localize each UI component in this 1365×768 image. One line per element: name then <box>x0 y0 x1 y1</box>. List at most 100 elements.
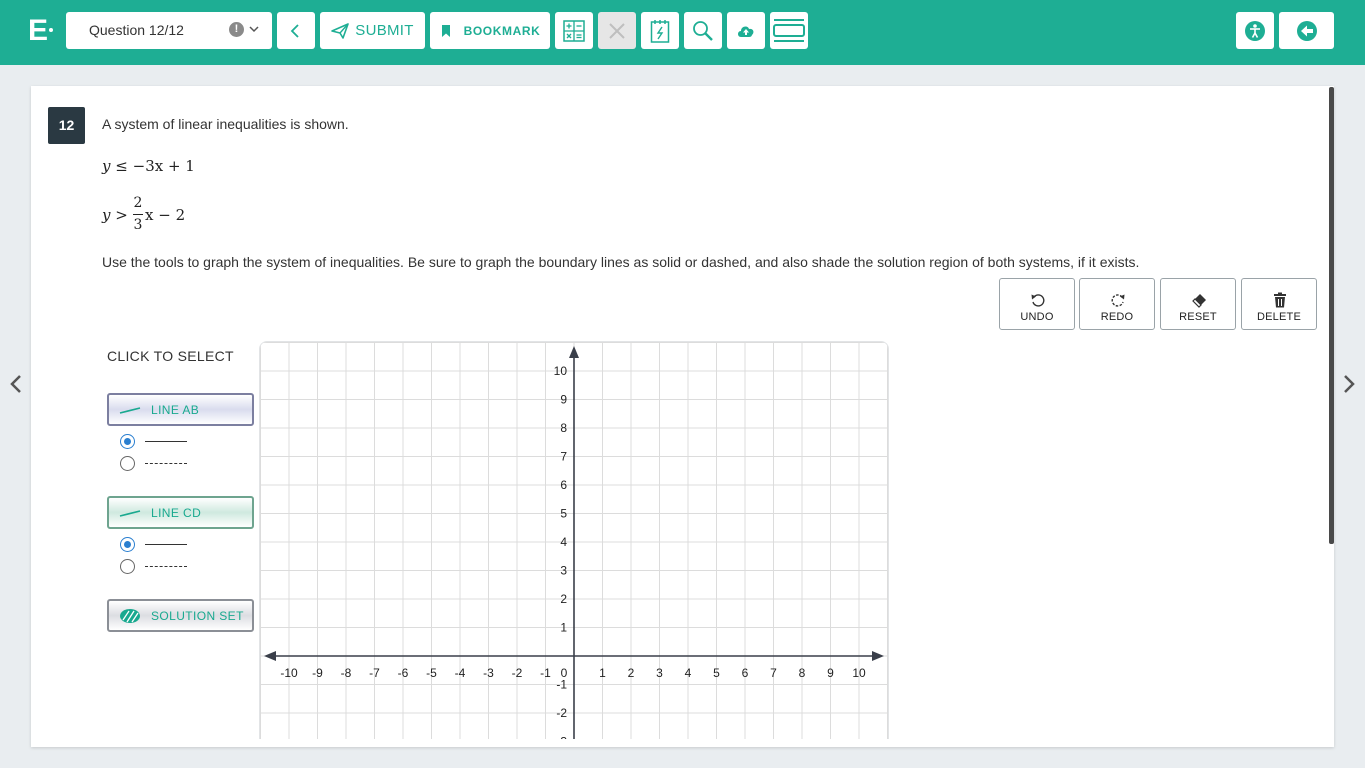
submit-button[interactable]: SUBMIT <box>320 12 425 49</box>
line-ab-label: LINE AB <box>151 402 200 417</box>
y-tick-label: 9 <box>560 393 567 407</box>
delete-button[interactable]: DELETE <box>1241 278 1317 330</box>
redo-label: REDO <box>1100 311 1134 323</box>
scrollbar-thumb[interactable] <box>1329 87 1334 544</box>
x-tick-label: -1 <box>540 666 551 680</box>
x-tick-label: -4 <box>455 666 466 680</box>
x-tick-label: 3 <box>656 666 663 680</box>
magnifier-button[interactable] <box>684 12 722 49</box>
inequality-2-relation: > <box>115 206 128 224</box>
solution-set-label: SOLUTION SET <box>151 608 244 623</box>
x-tick-label: 5 <box>713 666 720 680</box>
alert-icon: ! <box>229 22 244 37</box>
line-ab-tool[interactable]: LINE AB <box>107 393 254 426</box>
y-tick-label: 4 <box>560 535 567 549</box>
x-tick-label: -7 <box>369 666 380 680</box>
notepad-button[interactable] <box>641 12 679 49</box>
coordinate-grid-canvas[interactable]: -10 -9 -8 -7 -6 -5 -4 -3 -2 -1 1 2 3 4 5 6 7 8 9 1001098765… <box>260 342 889 739</box>
reset-button[interactable]: RESET <box>1160 278 1236 330</box>
solid-line-sample <box>145 441 187 442</box>
x-tick-label: -9 <box>312 666 323 680</box>
fraction-numerator: 2 <box>133 195 143 211</box>
x-tick-label: -5 <box>426 666 437 680</box>
redo-icon <box>1111 294 1125 307</box>
reset-label: RESET <box>1179 311 1217 323</box>
inequality-2-lhs: y <box>102 206 111 224</box>
notepad-icon <box>650 19 670 43</box>
save-button[interactable] <box>727 12 765 49</box>
next-question-arrow-icon[interactable] <box>1339 372 1359 396</box>
y-tick-label: 8 <box>560 421 567 435</box>
calculator-button[interactable] <box>555 12 593 49</box>
x-tick-label: 7 <box>770 666 777 680</box>
y-tick-label: -3 <box>556 735 567 740</box>
question-prompt: A system of linear inequalities is shown… <box>102 116 349 132</box>
paper-plane-icon <box>331 22 350 39</box>
bookmark-label: BOOKMARK <box>463 23 541 38</box>
x-tick-label: 10 <box>852 666 866 680</box>
coordinate-grid[interactable]: -10 -9 -8 -7 -6 -5 -4 -3 -2 -1 1 2 3 4 5 6 7 8 9 10 0 10 9 8 7 6 5… <box>259 341 889 739</box>
accessibility-button[interactable] <box>1236 12 1274 49</box>
redo-button[interactable]: REDO <box>1079 278 1155 330</box>
x-tick-label: 8 <box>799 666 806 680</box>
line-reader-button[interactable] <box>770 12 808 49</box>
line-reader-icon <box>773 18 805 42</box>
y-tick-label: -1 <box>556 678 567 692</box>
instructions-text: Use the tools to graph the system of ine… <box>102 254 1140 270</box>
inequality-1-relation: ≤ <box>115 157 128 175</box>
solution-set-tool[interactable]: SOLUTION SET <box>107 599 254 632</box>
x-tick-label: -2 <box>512 666 523 680</box>
solid-line-sample <box>145 544 187 545</box>
exit-button[interactable] <box>1279 12 1334 49</box>
accessibility-icon <box>1245 20 1265 41</box>
eraser-icon <box>1192 294 1206 308</box>
undo-label: UNDO <box>1020 311 1054 323</box>
line-cd-dashed-radio[interactable] <box>120 559 135 574</box>
inequality-2-left: y > <box>102 206 128 224</box>
delete-label: DELETE <box>1257 311 1301 323</box>
inequality-1-rhs: −3x + 1 <box>132 157 195 175</box>
line-icon <box>119 406 141 414</box>
logo-letter: E <box>28 14 49 47</box>
inequality-1: y ≤ −3x + 1 <box>102 157 195 175</box>
line-icon <box>119 509 141 517</box>
question-select[interactable]: Question 12/12 ! <box>66 12 272 49</box>
line-cd-tool[interactable]: LINE CD <box>107 496 254 529</box>
x-tick-label: 1 <box>599 666 606 680</box>
close-tool-button[interactable] <box>598 12 636 49</box>
previous-button[interactable] <box>277 12 315 49</box>
x-tick-label: -6 <box>398 666 409 680</box>
cloud-upload-icon <box>738 26 754 37</box>
x-tick-label: -3 <box>483 666 494 680</box>
inequality-1-lhs: y <box>102 157 111 175</box>
y-tick-label: 1 <box>560 621 567 635</box>
x-tick-label: 9 <box>827 666 834 680</box>
y-tick-label: 5 <box>560 507 567 521</box>
line-cd-solid-radio[interactable] <box>120 537 135 552</box>
inequality-2-rhs-tail: x − 2 <box>145 206 186 224</box>
top-toolbar: E Question 12/12 ! SUBMIT BOOKMARK <box>0 0 1365 65</box>
x-axis-right-arrow <box>872 651 884 661</box>
bookmark-button[interactable]: BOOKMARK <box>430 12 550 49</box>
undo-button[interactable]: UNDO <box>999 278 1075 330</box>
tool-palette-heading: CLICK TO SELECT <box>107 348 234 364</box>
dashed-line-sample <box>145 463 187 464</box>
x-axis-left-arrow <box>264 651 276 661</box>
line-ab-solid-radio[interactable] <box>120 434 135 449</box>
logo-dot <box>49 28 53 32</box>
x-tick-label: 6 <box>742 666 749 680</box>
close-icon <box>609 22 625 39</box>
previous-question-arrow-icon[interactable] <box>6 372 26 396</box>
trash-icon <box>1274 292 1286 308</box>
submit-label: SUBMIT <box>355 22 414 39</box>
question-number-badge: 12 <box>48 107 85 144</box>
undo-icon <box>1031 294 1045 307</box>
y-tick-label: -2 <box>556 706 567 720</box>
logo: E <box>28 14 56 48</box>
fraction-bar <box>133 214 143 215</box>
question-select-label: Question 12/12 <box>89 22 184 38</box>
x-tick-label: 2 <box>628 666 635 680</box>
line-ab-dashed-radio[interactable] <box>120 456 135 471</box>
y-axis-top-arrow <box>569 346 579 358</box>
y-tick-label: 7 <box>560 450 567 464</box>
